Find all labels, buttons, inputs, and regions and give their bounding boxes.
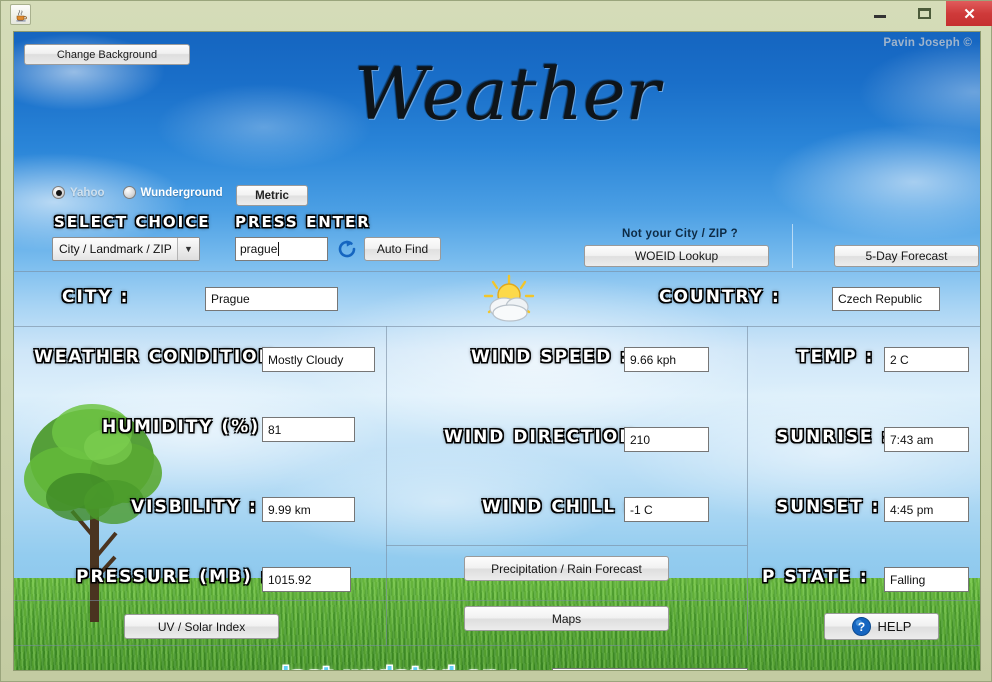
weather-condition-label: WEATHER CONDITION : [34, 347, 292, 367]
sun-behind-cloud-icon [483, 274, 535, 322]
radio-wunderground[interactable]: Wunderground [122, 186, 223, 199]
java-coffee-cup-icon [10, 4, 31, 25]
precipitation-forecast-button[interactable]: Precipitation / Rain Forecast [464, 556, 669, 581]
humidity-label: HUMIDITY (%) : [102, 417, 277, 437]
sunset-label: SUNSET : [776, 497, 881, 517]
divider-column-right [747, 326, 748, 645]
window-controls: ✕ [858, 1, 992, 28]
wind-speed-field[interactable]: 9.66 kph [624, 347, 709, 372]
title-bar: ✕ [1, 1, 992, 28]
wind-direction-field[interactable]: 210 [624, 427, 709, 452]
refresh-circular-arrow-icon [338, 240, 355, 258]
help-button[interactable]: ? HELP [824, 613, 939, 640]
divider-middle-precip [386, 545, 747, 546]
temperature-label: TEMP : [797, 347, 875, 367]
change-background-button[interactable]: Change Background [24, 44, 190, 65]
minimize-button[interactable] [858, 1, 902, 26]
close-icon: ✕ [963, 5, 976, 23]
pressure-state-label: P STATE : [762, 567, 869, 587]
minimize-icon [874, 15, 886, 18]
city-value-field[interactable]: Prague [205, 287, 338, 311]
radio-yahoo[interactable]: Yahoo [52, 186, 105, 199]
press-enter-label: PRESS ENTER [235, 213, 371, 231]
unit-toggle-button[interactable]: Metric [236, 185, 308, 206]
divider-footer [14, 645, 980, 646]
last-updated-label: last updated on : [282, 664, 519, 670]
maps-button[interactable]: Maps [464, 606, 669, 631]
refresh-button[interactable] [334, 236, 359, 262]
chevron-down-icon: ▼ [177, 238, 199, 260]
radio-wunderground-label: Wunderground [140, 186, 223, 199]
source-radio-group: Yahoo Wunderground [52, 186, 223, 199]
humidity-field[interactable]: 81 [262, 417, 355, 442]
visibility-label: VISBILITY : [131, 497, 258, 517]
header-divider [792, 224, 793, 268]
visibility-field[interactable]: 9.99 km [262, 497, 355, 522]
divider-actions [14, 600, 980, 601]
wind-speed-label: WIND SPEED : [471, 347, 630, 367]
auto-find-button[interactable]: Auto Find [364, 237, 441, 261]
wind-chill-field[interactable]: -1 C [624, 497, 709, 522]
weather-condition-field[interactable]: Mostly Cloudy [262, 347, 375, 372]
wind-direction-label: WIND DIRECTION : [444, 427, 653, 447]
close-button[interactable]: ✕ [946, 1, 992, 26]
city-label: CITY : [62, 287, 130, 307]
radio-yahoo-label: Yahoo [70, 186, 105, 199]
sunrise-field[interactable]: 7:43 am [884, 427, 969, 452]
sunset-field[interactable]: 4:45 pm [884, 497, 969, 522]
pressure-label: PRESSURE (MB) : [76, 567, 270, 587]
select-choice-label: SELECT CHOICE [54, 213, 211, 231]
location-type-dropdown[interactable]: City / Landmark / ZIP ▼ [52, 237, 200, 261]
maximize-icon [917, 8, 931, 19]
application-window: ✕ Change Background Pavin Joseph © Weath… [0, 0, 992, 682]
location-type-value: City / Landmark / ZIP [59, 242, 172, 256]
weather-logo-text: Weather [354, 52, 660, 136]
last-updated-field[interactable]: Mon, 26 Jan 2015 12:59 pm CET [552, 668, 748, 670]
city-search-value: prague [240, 242, 278, 256]
divider-top [14, 271, 980, 272]
city-search-input[interactable]: prague [235, 237, 328, 261]
svg-text:?: ? [857, 620, 864, 634]
weather-logo: Weather [354, 52, 660, 172]
country-value-field[interactable]: Czech Republic [832, 287, 940, 311]
question-mark-circle-icon: ? [851, 617, 871, 636]
text-caret [278, 242, 280, 256]
radio-unselected-icon [122, 186, 136, 199]
divider-location [14, 326, 980, 327]
country-label: COUNTRY : [659, 287, 781, 307]
five-day-forecast-button[interactable]: 5-Day Forecast [834, 245, 979, 267]
app-canvas: Change Background Pavin Joseph © Weather… [13, 31, 981, 671]
help-button-label: HELP [877, 619, 912, 634]
uv-solar-index-button[interactable]: UV / Solar Index [124, 614, 279, 639]
not-your-city-label: Not your City / ZIP ? [622, 228, 738, 240]
divider-column-left [386, 326, 387, 645]
maximize-button[interactable] [902, 1, 946, 26]
pressure-field[interactable]: 1015.92 [262, 567, 351, 592]
radio-selected-icon [52, 186, 65, 199]
temperature-field[interactable]: 2 C [884, 347, 969, 372]
woeid-lookup-button[interactable]: WOEID Lookup [584, 245, 769, 267]
wind-chill-label: WIND CHILL : [482, 497, 633, 517]
sunrise-label: SUNRISE : [776, 427, 891, 447]
pressure-state-field[interactable]: Falling [884, 567, 969, 592]
credit-text: Pavin Joseph © [883, 37, 972, 49]
